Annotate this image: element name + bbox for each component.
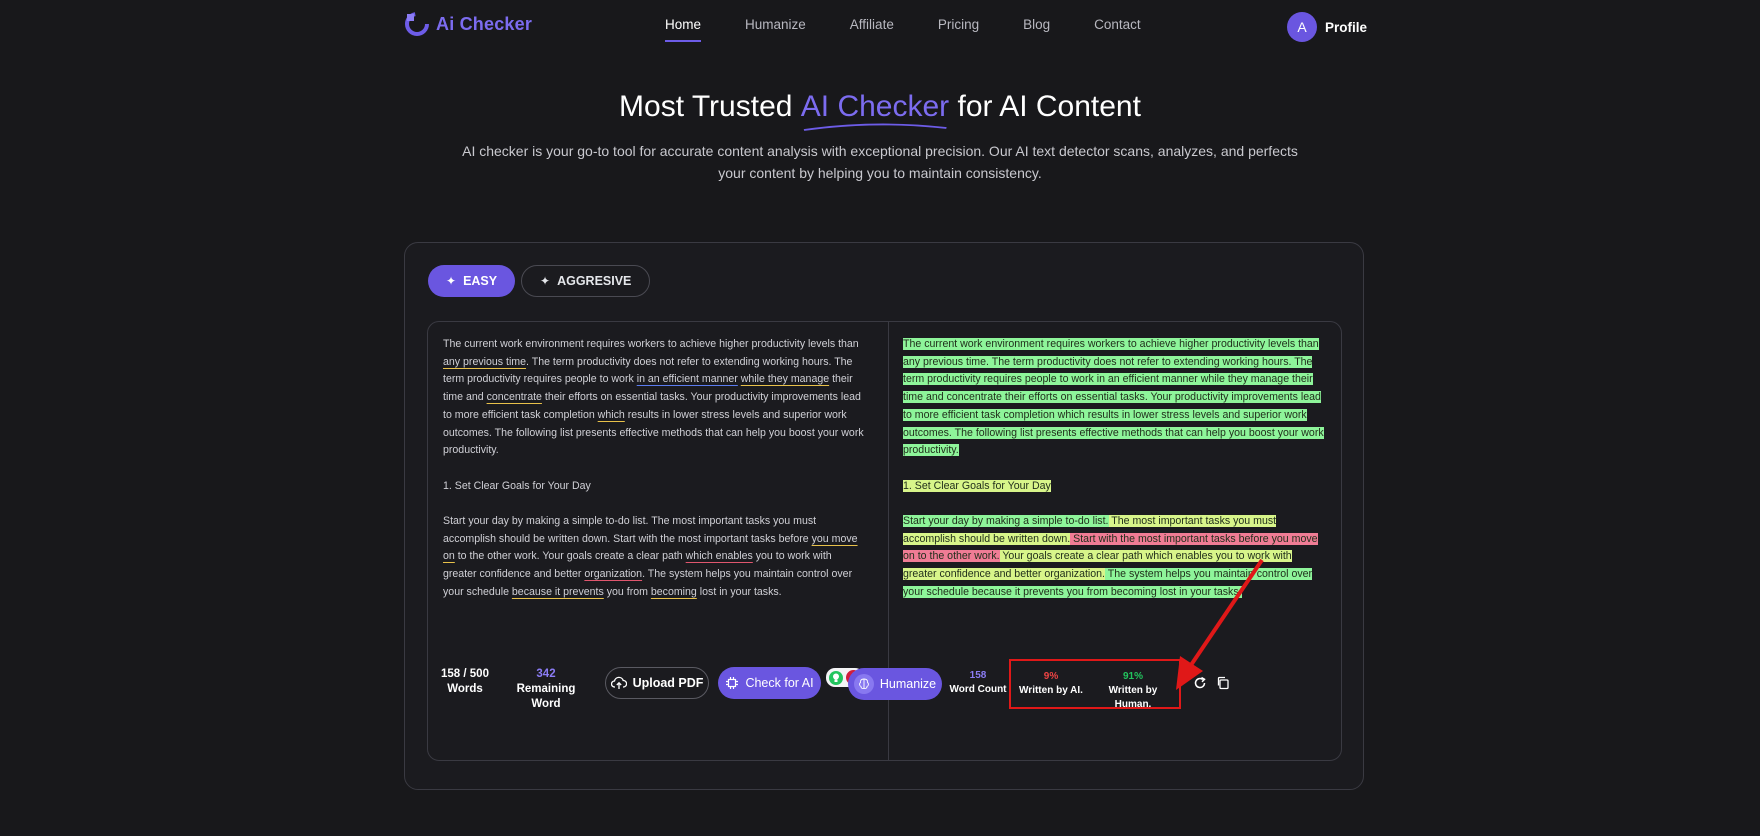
mode-aggressive-label: AGGRESIVE: [557, 274, 632, 288]
upload-pdf-button[interactable]: Upload PDF: [605, 667, 709, 699]
mode-easy-button[interactable]: ✦ EASY: [428, 265, 516, 297]
highlighted-sentence: The following list presents effective me…: [903, 426, 1324, 457]
profile-menu[interactable]: A Profile: [1287, 12, 1367, 42]
ai-result: 9% Written by AI.: [1019, 670, 1083, 698]
page-title: Most Trusted AI Checker for AI Content: [0, 90, 1760, 131]
nav-links: Home Humanize Affiliate Pricing Blog Con…: [665, 17, 1185, 42]
output-paragraph: The current work environment requires wo…: [903, 336, 1328, 460]
upload-pdf-label: Upload PDF: [632, 676, 704, 690]
logo[interactable]: Ai Checker: [404, 11, 532, 37]
text-segment: you from: [603, 585, 651, 598]
sparkle-icon: ✦: [540, 274, 551, 288]
copy-icon[interactable]: [1216, 676, 1230, 690]
flagged-phrase[interactable]: which: [598, 409, 625, 421]
text-segment: to the other work. Your goals create a c…: [454, 550, 686, 563]
word-count-value: 158 / 500: [441, 668, 489, 680]
editor-panel: The current work environment requires wo…: [427, 321, 1342, 761]
flagged-phrase[interactable]: any previous time: [443, 356, 526, 368]
brain-icon: [853, 674, 874, 694]
output-paragraph: Start your day by making a simple to-do …: [903, 513, 1328, 602]
logo-icon: [405, 12, 429, 36]
input-paragraph: The current work environment requires wo…: [443, 336, 868, 460]
human-percentage-label: Written by Human.: [1108, 685, 1158, 710]
highlighted-sentence: 1. Set Clear Goals for Your Day: [903, 479, 1051, 492]
page-subtitle: AI checker is your go-to tool for accura…: [462, 143, 1298, 181]
text-segment: The current work environment requires wo…: [443, 338, 859, 350]
flagged-phrase[interactable]: becoming: [651, 586, 697, 598]
output-word-count-label: Word Count: [949, 684, 1007, 695]
nav-link-humanize[interactable]: Humanize: [745, 17, 806, 32]
remaining-count-label: Remaining Word: [516, 683, 576, 710]
ai-percentage: 9%: [1043, 671, 1059, 682]
output-word-counter: 158 Word Count: [948, 669, 1008, 697]
title-prefix: Most Trusted: [619, 90, 801, 123]
nav-link-blog[interactable]: Blog: [1023, 17, 1050, 32]
chip-icon: [726, 677, 739, 689]
flagged-phrase[interactable]: organization: [584, 568, 642, 580]
title-underline-decoration: [803, 123, 947, 131]
nav-link-affiliate[interactable]: Affiliate: [850, 17, 894, 32]
input-paragraph: Start your day by making a simple to-do …: [443, 513, 868, 602]
flagged-phrase[interactable]: concentrate: [487, 391, 542, 403]
output-heading: 1. Set Clear Goals for Your Day: [903, 478, 1328, 496]
input-heading: 1. Set Clear Goals for Your Day: [443, 478, 868, 496]
text-segment: lost in your tasks.: [696, 585, 782, 598]
text-segment: 1. Set Clear Goals for Your Day: [443, 479, 591, 492]
title-accent-text: AI Checker: [800, 90, 950, 123]
word-counter: 158 / 500 Words: [441, 667, 489, 697]
title-accent: AI Checker: [800, 90, 950, 131]
flagged-phrase[interactable]: in an efficient manner: [637, 373, 738, 385]
mode-aggressive-button[interactable]: ✦ AGGRESIVE: [521, 265, 651, 297]
refresh-icon[interactable]: [1193, 676, 1207, 690]
highlighted-sentence: Start your day by making a simple to-do …: [903, 515, 1109, 527]
sparkle-icon: ✦: [446, 274, 457, 288]
nav-link-contact[interactable]: Contact: [1094, 17, 1141, 32]
cloud-upload-icon: [610, 676, 627, 689]
humanize-label: Humanize: [879, 677, 937, 691]
title-suffix: for AI Content: [949, 90, 1141, 123]
avatar: A: [1287, 12, 1317, 42]
human-result: 91% Written by Human.: [1089, 670, 1177, 712]
lightbulb-icon: [829, 670, 843, 685]
output-word-count-value: 158: [969, 670, 987, 681]
input-text-area[interactable]: The current work environment requires wo…: [443, 336, 868, 619]
ai-percentage-label: Written by AI.: [1019, 685, 1083, 696]
flagged-phrase[interactable]: while they manage: [741, 373, 829, 385]
text-segment: Start your day by making a simple to-do …: [443, 515, 817, 545]
checker-card: ✦ EASY ✦ AGGRESIVE The current work envi…: [404, 242, 1364, 790]
humanize-button[interactable]: Humanize: [848, 668, 942, 700]
logo-text: Ai Checker: [436, 13, 533, 34]
mode-easy-label: EASY: [463, 274, 498, 288]
nav-link-pricing[interactable]: Pricing: [938, 17, 979, 32]
flagged-phrase[interactable]: because it prevents: [512, 586, 604, 598]
nav-link-home[interactable]: Home: [665, 17, 702, 42]
top-nav: Ai Checker Home Humanize Affiliate Prici…: [0, 0, 1760, 52]
check-for-ai-label: Check for AI: [745, 676, 814, 690]
word-count-label: Words: [447, 683, 483, 695]
remaining-counter: 342 Remaining Word: [502, 667, 590, 712]
flagged-phrase[interactable]: which enables: [686, 550, 753, 562]
output-text-area: The current work environment requires wo…: [903, 336, 1328, 619]
result-highlight-box: 9% Written by AI. 91% Written by Human.: [1009, 659, 1181, 712]
check-for-ai-button[interactable]: Check for AI: [718, 667, 821, 699]
profile-label: Profile: [1325, 19, 1368, 35]
human-percentage: 91%: [1122, 671, 1143, 682]
remaining-count-value: 342: [536, 668, 556, 680]
